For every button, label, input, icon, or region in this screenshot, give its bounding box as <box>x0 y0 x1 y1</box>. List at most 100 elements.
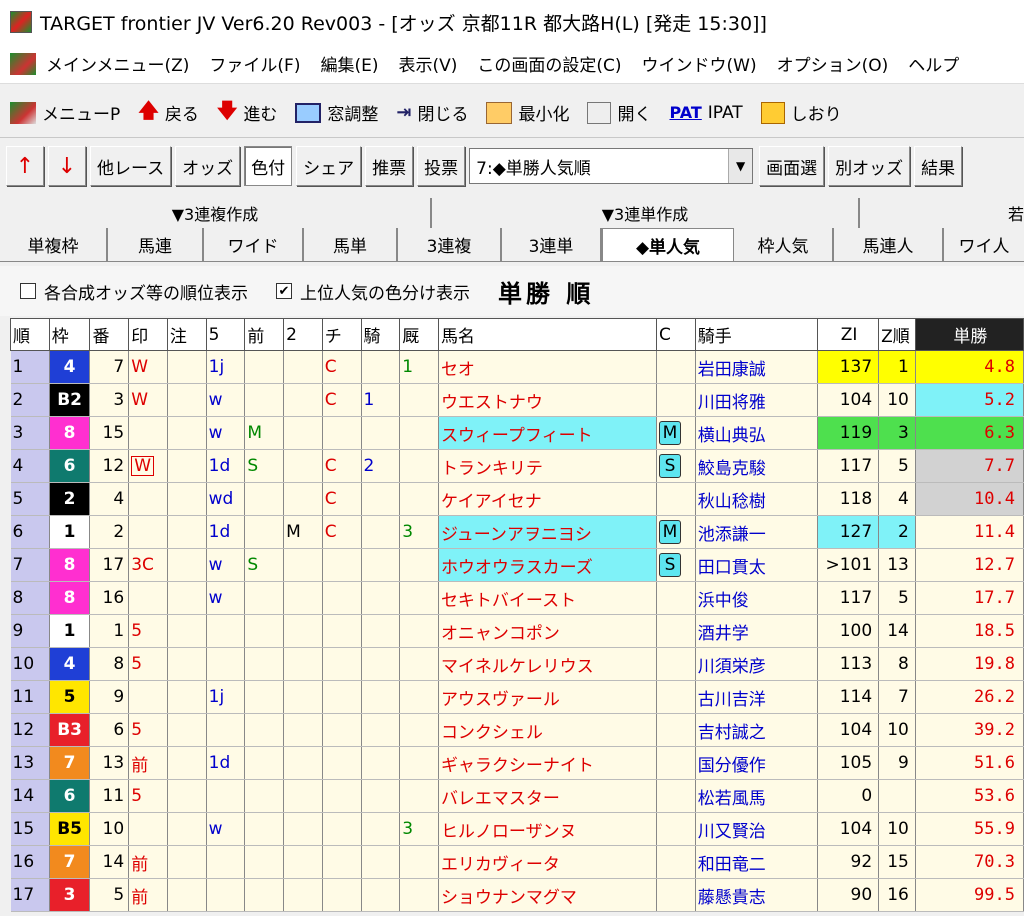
tab-umaren[interactable]: 馬連 <box>108 228 204 261</box>
odds-button[interactable]: オッズ <box>175 146 241 186</box>
table-row[interactable]: 10 4 8 5 マイネルケレリウス 川須栄彦 113 8 19.8 <box>10 647 1024 681</box>
menu-edit[interactable]: 編集(E) <box>320 51 378 76</box>
window-adjust-button[interactable]: 窓調整 <box>295 100 378 125</box>
col-note[interactable]: 注 <box>166 318 207 351</box>
suihyo-button[interactable]: 推票 <box>365 146 414 186</box>
cell-horse-name[interactable]: オニャンコポン <box>438 614 658 648</box>
tab-sanrentan-create[interactable]: ▼3連単作成 <box>432 198 860 228</box>
cell-jockey[interactable]: 川又賢治 <box>695 812 819 846</box>
cell-horse-name[interactable]: バレエマスター <box>438 779 658 813</box>
menu-file[interactable]: ファイル(F) <box>209 51 300 76</box>
cell-jockey[interactable]: 横山典弘 <box>695 416 819 450</box>
col-num[interactable]: 番 <box>89 318 130 351</box>
col-mark[interactable]: 印 <box>128 318 168 351</box>
minimize-button[interactable]: 最小化 <box>486 100 569 125</box>
table-row[interactable]: 3 8 15 w M スウィープフィート M 横山典弘 119 3 6.3 <box>10 416 1024 450</box>
table-row[interactable]: 12 B3 6 5 コンクシェル 吉村誠之 104 10 39.2 <box>10 713 1024 747</box>
tab-umatan[interactable]: 馬単 <box>304 228 398 261</box>
table-row[interactable]: 7 8 17 3C w S ホウオウラスカーズ S 田口貫太 >101 13 12.7 <box>10 548 1024 582</box>
menu-main[interactable]: メインメニュー(Z) <box>46 51 189 76</box>
tab-sanrentan[interactable]: 3連単 <box>502 228 602 261</box>
table-row[interactable]: 15 B5 10 w 3 ヒルノローザンヌ 川又賢治 104 10 55.9 <box>10 812 1024 846</box>
result-button[interactable]: 結果 <box>914 146 963 186</box>
open-button[interactable]: 開く <box>587 100 651 125</box>
screen-select-button[interactable]: 画面選 <box>759 146 825 186</box>
cell-horse-name[interactable]: トランキリテ <box>438 449 658 483</box>
col-kyu[interactable]: 厩 <box>399 318 439 351</box>
menu-help[interactable]: ヘルプ <box>908 51 959 76</box>
cell-jockey[interactable]: 松若風馬 <box>695 779 819 813</box>
rank-display-option[interactable]: 各合成オッズ等の順位表示 <box>20 279 248 304</box>
cell-jockey[interactable]: 秋山稔樹 <box>695 482 819 516</box>
forward-button[interactable]: 🡇 進む <box>217 96 278 130</box>
col-chi[interactable]: チ <box>321 318 362 351</box>
share-button[interactable]: シェア <box>296 146 362 186</box>
cell-horse-name[interactable]: エリカヴィータ <box>438 845 658 879</box>
col-5[interactable]: 5 <box>205 318 246 351</box>
cell-jockey[interactable]: 川須栄彦 <box>695 647 819 681</box>
cell-jockey[interactable]: 古川吉洋 <box>695 680 819 714</box>
menu-app-icon[interactable] <box>10 52 36 75</box>
tab-wide[interactable]: ワイド <box>204 228 304 261</box>
table-row[interactable]: 11 5 9 1j アウスヴァール 古川吉洋 114 7 26.2 <box>10 680 1024 714</box>
cell-jockey[interactable]: 岩田康誠 <box>695 350 819 384</box>
table-row[interactable]: 1 4 7 W 1j C 1 セオ 岩田康誠 137 1 4.8 <box>10 350 1024 384</box>
vote-button[interactable]: 投票 <box>417 146 466 186</box>
rank-display-checkbox[interactable] <box>20 283 36 299</box>
table-row[interactable]: 17 3 5 前 ショウナンマグマ 藤懸貴志 90 16 99.5 <box>10 878 1024 912</box>
tab-wide-popularity[interactable]: ワイ人 <box>944 228 1024 261</box>
table-row[interactable]: 2 B2 3 Ww C 1 ウエストナウ 川田将雅 104 10 5.2 <box>10 383 1024 417</box>
menu-options[interactable]: オプション(O) <box>777 51 889 76</box>
menu-view[interactable]: 表示(V) <box>398 51 457 76</box>
table-row[interactable]: 8 8 16 w セキトバイースト 浜中俊 117 5 17.7 <box>10 581 1024 615</box>
view-select[interactable]: 7:◆単勝人気順 ▼ <box>469 148 754 184</box>
back-button[interactable]: 🡅 戻る <box>138 96 199 130</box>
col-c[interactable]: C <box>656 318 696 351</box>
ipat-button[interactable]: PAT IPAT <box>669 103 742 123</box>
cell-jockey[interactable]: 浜中俊 <box>695 581 819 615</box>
cell-jockey[interactable]: 池添謙一 <box>695 515 819 549</box>
cell-horse-name[interactable]: ウエストナウ <box>438 383 658 417</box>
col-ki[interactable]: 騎 <box>360 318 401 351</box>
col-2[interactable]: 2 <box>283 318 323 351</box>
separate-odds-button[interactable]: 別オッズ <box>828 146 911 186</box>
col-mae[interactable]: 前 <box>244 318 285 351</box>
table-row[interactable]: 4 6 12 W 1d S C 2 トランキリテ S 鮫島克駿 117 5 7.7 <box>10 449 1024 483</box>
color-button[interactable]: 色付 <box>244 146 293 186</box>
menu-window[interactable]: ウインドウ(W) <box>642 51 757 76</box>
cell-horse-name[interactable]: ショウナンマグマ <box>438 878 658 912</box>
col-horse-name[interactable]: 馬名 <box>437 318 658 351</box>
color-display-option[interactable]: ✔ 上位人気の色分け表示 <box>276 279 470 304</box>
tab-sanrenpuku-create[interactable]: ▼3連複作成 <box>0 198 432 228</box>
col-zi[interactable]: ZI <box>817 318 880 351</box>
cell-jockey[interactable]: 川田将雅 <box>695 383 819 417</box>
cell-horse-name[interactable]: アウスヴァール <box>438 680 658 714</box>
tab-top-extra[interactable]: 若 <box>860 198 1024 228</box>
cell-jockey[interactable]: 酒井学 <box>695 614 819 648</box>
cell-jockey[interactable]: 国分優作 <box>695 746 819 780</box>
cell-horse-name[interactable]: ギャラクシーナイト <box>438 746 658 780</box>
table-row[interactable]: 13 7 13 前 1d ギャラクシーナイト 国分優作 105 9 51.6 <box>10 746 1024 780</box>
table-row[interactable]: 5 2 4 wd C ケイアイセナ 秋山稔樹 118 4 10.4 <box>10 482 1024 516</box>
prev-race-button[interactable]: ↑ <box>6 146 44 186</box>
col-z-rank[interactable]: Z順 <box>878 318 916 351</box>
col-waku[interactable]: 枠 <box>48 318 91 351</box>
chevron-down-icon[interactable]: ▼ <box>728 149 753 183</box>
cell-horse-name[interactable]: セキトバイースト <box>438 581 658 615</box>
menu-p-button[interactable]: メニューP <box>10 100 120 125</box>
tab-umaren-popularity[interactable]: 馬連人 <box>834 228 944 261</box>
cell-jockey[interactable]: 吉村誠之 <box>695 713 819 747</box>
cell-jockey[interactable]: 藤懸貴志 <box>695 878 819 912</box>
close-button[interactable]: ⇥ 閉じる <box>396 100 468 125</box>
cell-horse-name[interactable]: スウィープフィート <box>438 416 658 450</box>
col-jockey[interactable]: 騎手 <box>694 318 819 351</box>
tab-waku-popularity[interactable]: 枠人気 <box>734 228 834 261</box>
menu-screen-settings[interactable]: この画面の設定(C) <box>477 51 621 76</box>
cell-horse-name[interactable]: ヒルノローザンヌ <box>438 812 658 846</box>
bookmark-button[interactable]: しおり <box>760 100 842 125</box>
cell-horse-name[interactable]: セオ <box>438 350 658 384</box>
tab-tan-popularity[interactable]: ◆単人気 <box>602 228 734 261</box>
cell-horse-name[interactable]: ホウオウラスカーズ <box>438 548 658 582</box>
color-display-checkbox[interactable]: ✔ <box>276 283 292 299</box>
table-row[interactable]: 14 6 11 5 バレエマスター 松若風馬 0 53.6 <box>10 779 1024 813</box>
